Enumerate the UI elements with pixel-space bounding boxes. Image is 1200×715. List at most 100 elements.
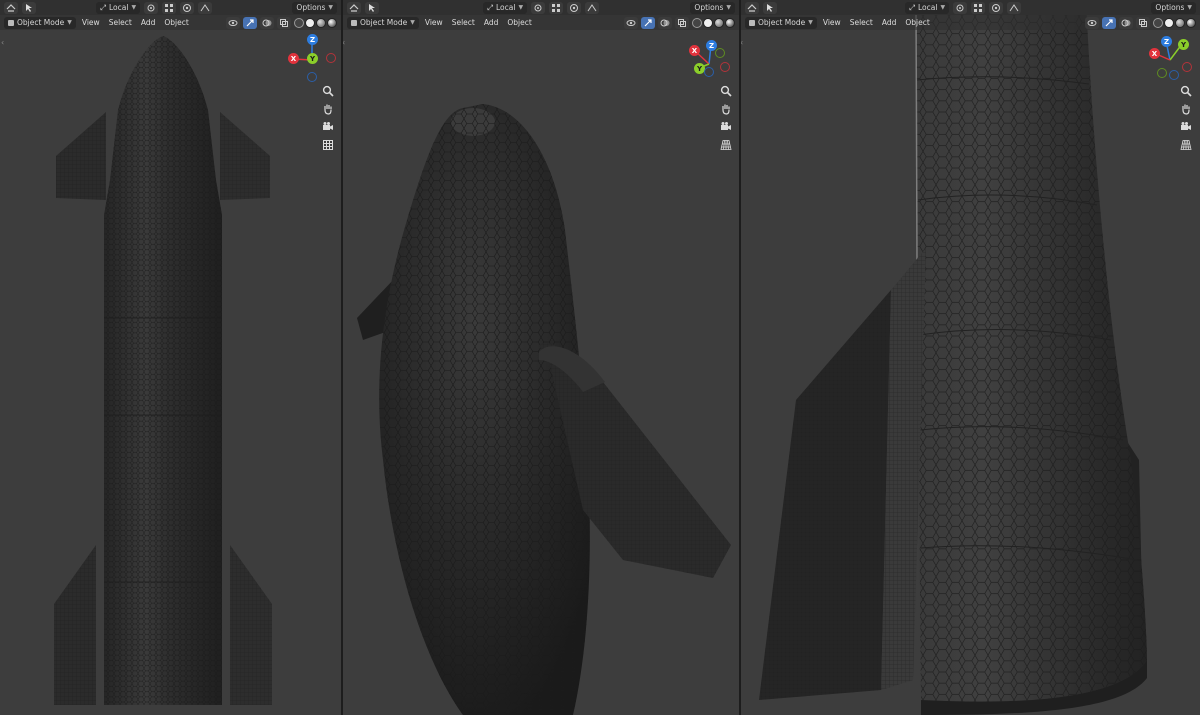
object-mode-dropdown[interactable]: Object Mode ▼	[347, 16, 419, 29]
falloff-icon[interactable]	[198, 1, 213, 14]
axis-x-icon[interactable]: X	[288, 53, 299, 64]
select-box-icon[interactable]	[365, 1, 379, 14]
visibility-icon[interactable]	[624, 16, 638, 29]
proportional-edit-icon[interactable]	[989, 1, 1004, 14]
material-shading-icon[interactable]	[714, 17, 724, 28]
menu-view[interactable]: View	[820, 17, 844, 29]
zoom-icon[interactable]	[1179, 84, 1193, 98]
axis-x-icon[interactable]: X	[1149, 48, 1160, 59]
hand-pan-icon[interactable]	[1179, 102, 1193, 116]
perspective-icon[interactable]	[1179, 138, 1193, 152]
snap-icon[interactable]	[162, 1, 177, 14]
menu-add[interactable]: Add	[481, 17, 502, 29]
proportional-edit-icon[interactable]	[180, 1, 195, 14]
xray-icon[interactable]	[1136, 16, 1150, 29]
snap-icon[interactable]	[549, 1, 564, 14]
xray-icon[interactable]	[277, 16, 291, 29]
collapse-arrow-left-icon[interactable]: ‹	[343, 38, 345, 47]
camera-icon[interactable]	[719, 120, 733, 134]
viewport-perspective-base[interactable]: ⤢ Local ▼ Options ▼ Object Mode ▼ View S…	[741, 0, 1200, 715]
editor-type-icon[interactable]	[347, 1, 361, 14]
axis-neg-z-icon[interactable]	[307, 72, 317, 82]
visibility-icon[interactable]	[226, 16, 240, 29]
axis-neg-y-icon[interactable]	[715, 48, 725, 58]
editor-type-icon[interactable]	[4, 1, 18, 14]
zoom-icon[interactable]	[321, 84, 335, 98]
xray-icon[interactable]	[675, 16, 689, 29]
axis-neg-z-icon[interactable]	[1169, 70, 1179, 80]
rendered-shading-icon[interactable]	[327, 17, 337, 28]
object-mode-dropdown[interactable]: Object Mode ▼	[745, 16, 817, 29]
camera-icon[interactable]	[321, 120, 335, 134]
axis-z-icon[interactable]: Z	[307, 34, 318, 45]
rendered-shading-icon[interactable]	[725, 17, 735, 28]
material-shading-icon[interactable]	[316, 17, 326, 28]
snap-icon[interactable]	[971, 1, 986, 14]
menu-object[interactable]: Object	[161, 17, 191, 29]
menu-select[interactable]: Select	[106, 17, 135, 29]
gizmo-icon[interactable]	[641, 16, 655, 29]
solid-shading-icon[interactable]	[703, 17, 713, 28]
perspective-icon[interactable]	[719, 138, 733, 152]
axis-x-icon[interactable]: X	[689, 45, 700, 56]
camera-icon[interactable]	[1179, 120, 1193, 134]
hand-pan-icon[interactable]	[321, 102, 335, 116]
pivot-icon[interactable]	[144, 1, 159, 14]
editor-type-icon[interactable]	[745, 1, 759, 14]
hand-pan-icon[interactable]	[719, 102, 733, 116]
menu-add[interactable]: Add	[138, 17, 159, 29]
axis-z-icon[interactable]: Z	[1161, 36, 1172, 47]
pivot-icon[interactable]	[531, 1, 546, 14]
transform-orientation-dropdown[interactable]: ⤢ Local ▼	[96, 1, 141, 14]
grid-icon[interactable]	[321, 138, 335, 152]
wireframe-shading-icon[interactable]	[692, 17, 702, 28]
overlay-icon[interactable]	[1119, 16, 1133, 29]
viewport-front[interactable]: ⤢ Local ▼ Options ▼ Object Mode ▼ View S…	[0, 0, 341, 715]
collapse-arrow-left-icon[interactable]: ‹	[741, 38, 743, 47]
viewport-toolbar: ⤢ Local ▼ Options ▼	[343, 0, 739, 15]
menu-view[interactable]: View	[422, 17, 446, 29]
axis-neg-y-icon[interactable]	[1157, 68, 1167, 78]
transform-orientation-dropdown[interactable]: ⤢ Local ▼	[483, 1, 528, 14]
gizmo-icon[interactable]	[1102, 16, 1116, 29]
proportional-edit-icon[interactable]	[567, 1, 582, 14]
gizmo-icon[interactable]	[243, 16, 257, 29]
options-dropdown[interactable]: Options ▼	[690, 1, 735, 14]
visibility-icon[interactable]	[1085, 16, 1099, 29]
axis-neg-x-icon[interactable]	[720, 62, 730, 72]
options-dropdown[interactable]: Options ▼	[292, 1, 337, 14]
axis-neg-x-icon[interactable]	[1182, 62, 1192, 72]
solid-shading-icon[interactable]	[305, 17, 315, 28]
select-box-icon[interactable]	[22, 1, 36, 14]
menu-object[interactable]: Object	[902, 17, 932, 29]
overlay-icon[interactable]	[658, 16, 672, 29]
navigation-gizmo[interactable]: Z Y X	[1144, 34, 1200, 90]
axis-neg-x-icon[interactable]	[326, 53, 336, 63]
material-shading-icon[interactable]	[1175, 17, 1185, 28]
zoom-icon[interactable]	[719, 84, 733, 98]
collapse-arrow-left-icon[interactable]: ‹	[1, 38, 4, 47]
wireframe-shading-icon[interactable]	[1153, 17, 1163, 28]
axis-y-icon[interactable]: Y	[1178, 39, 1189, 50]
falloff-icon[interactable]	[1007, 1, 1022, 14]
axis-y-icon[interactable]: Y	[307, 53, 318, 64]
chevron-down-icon: ▼	[518, 4, 524, 11]
navigation-gizmo[interactable]: Z X Y	[285, 33, 341, 89]
rendered-shading-icon[interactable]	[1186, 17, 1196, 28]
menu-add[interactable]: Add	[879, 17, 900, 29]
menu-select[interactable]: Select	[449, 17, 478, 29]
wireframe-shading-icon[interactable]	[294, 17, 304, 28]
options-dropdown[interactable]: Options ▼	[1151, 1, 1196, 14]
select-box-icon[interactable]	[763, 1, 777, 14]
transform-orientation-dropdown[interactable]: ⤢ Local ▼	[905, 1, 950, 14]
axis-neg-z-icon[interactable]	[704, 67, 714, 77]
menu-object[interactable]: Object	[504, 17, 534, 29]
viewport-perspective-nose[interactable]: ⤢ Local ▼ Options ▼ Object Mode ▼ View S…	[343, 0, 739, 715]
overlay-icon[interactable]	[260, 16, 274, 29]
solid-shading-icon[interactable]	[1164, 17, 1174, 28]
menu-view[interactable]: View	[79, 17, 103, 29]
falloff-icon[interactable]	[585, 1, 600, 14]
pivot-icon[interactable]	[953, 1, 968, 14]
menu-select[interactable]: Select	[847, 17, 876, 29]
object-mode-dropdown[interactable]: Object Mode ▼	[4, 16, 76, 29]
